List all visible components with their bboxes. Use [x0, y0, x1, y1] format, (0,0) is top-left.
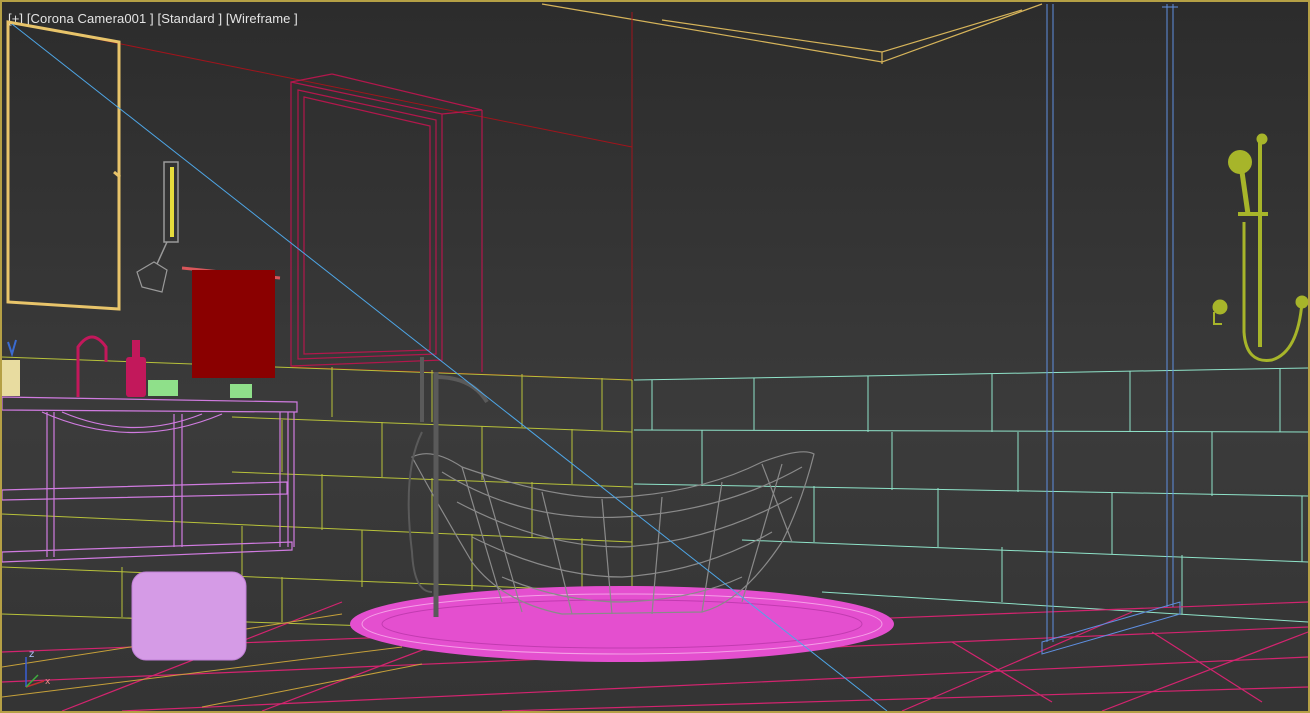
gizmo-x-label: x	[45, 677, 51, 687]
wall-tiles-right	[633, 367, 1308, 623]
tub-faucet	[407, 357, 489, 617]
bath-rug	[350, 586, 894, 662]
towel	[181, 266, 281, 378]
shower-set	[1212, 133, 1308, 362]
axis-gizmo: z x	[25, 649, 51, 688]
gizmo-z-label: z	[29, 649, 34, 660]
scene-wireframe[interactable]	[2, 2, 1308, 711]
back-wall-edges	[11, 12, 633, 381]
window-wireframe	[290, 73, 483, 372]
wall-lamp	[136, 161, 179, 293]
stool	[131, 571, 247, 661]
wireframe-viewport[interactable]: [+] [Corona Camera001 ] [Standard ] [Wir…	[0, 0, 1310, 713]
ceiling-outline	[541, 3, 1043, 64]
wall-tiles-left	[2, 356, 633, 628]
vanity-wireframe	[2, 396, 298, 563]
